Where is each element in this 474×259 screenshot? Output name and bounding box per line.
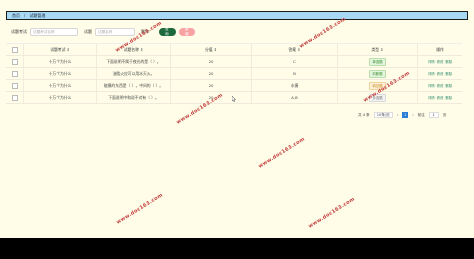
column-name[interactable]: 试题名称 ⇕ [97, 44, 171, 55]
cell-name: 下面说明中和说不对有（ ）。 [97, 92, 171, 103]
cell-name: 下面说明不属于夜光的是（ ）。 [97, 56, 171, 67]
view-link[interactable]: 详情 [428, 59, 435, 64]
filter-bar: 试题考试 试题考试名称 试题 试题名称 题库 查询 新增 [11, 27, 198, 37]
edit-link[interactable]: 修改 [437, 59, 444, 64]
cell-answer: C [252, 56, 338, 67]
select-all-checkbox[interactable] [11, 46, 18, 53]
delete-link[interactable]: 删除 [445, 59, 452, 64]
exam-filter-label: 试题考试 [11, 29, 27, 34]
column-type[interactable]: 类型 ⇕ [338, 44, 418, 55]
breadcrumb-home[interactable]: 首页 [12, 13, 20, 19]
add-button[interactable]: 新增 [179, 27, 195, 36]
delete-link[interactable]: 删除 [445, 95, 452, 100]
edit-link[interactable]: 修改 [437, 95, 444, 100]
edit-link[interactable]: 修改 [437, 71, 444, 76]
table-header: 试题考试 ⇕ 试题名称 ⇕ 分值 ⇕ 答案 ⇕ 类型 ⇕ 操作 [6, 44, 462, 56]
cell-name: 能摸的东西是（ ），中间的（ ）。 [97, 80, 171, 91]
cell-exam: 十万个为什么 [24, 56, 97, 67]
page: 首页 / 试题管理 试题考试 试题考试名称 试题 试题名称 题库 查询 新增 试… [0, 0, 474, 238]
view-link[interactable]: 详情 [428, 71, 435, 76]
exam-filter-input[interactable]: 试题考试名称 [30, 28, 78, 36]
question-filter-label: 试题 [84, 29, 92, 34]
cell-answer: A,B [252, 92, 338, 103]
column-score[interactable]: 分值 ⇕ [171, 44, 252, 55]
breadcrumb-separator: / [24, 13, 26, 18]
watermark: www.doc163.com [115, 192, 165, 226]
search-button[interactable]: 查询 [159, 27, 176, 36]
type-tag: 判断题 [369, 69, 386, 78]
goto-page-input[interactable]: 1 [428, 112, 439, 118]
cell-score: 20 [171, 80, 252, 91]
breadcrumb-current: 试题管理 [29, 12, 46, 18]
prev-page-button[interactable]: ‹ [397, 113, 398, 117]
goto-label: 前往 [417, 112, 425, 117]
cell-exam: 十万个为什么 [24, 92, 97, 103]
question-filter-input[interactable]: 试题名称 [95, 28, 135, 36]
delete-link[interactable]: 删除 [445, 71, 452, 76]
edit-link[interactable]: 修改 [437, 83, 444, 88]
column-actions: 操作 [436, 46, 444, 52]
column-exam[interactable]: 试题考试 ⇕ [24, 44, 97, 55]
row-checkbox[interactable] [11, 58, 18, 65]
pagination-total: 共 4 条 [358, 112, 370, 117]
row-checkbox[interactable] [11, 82, 18, 89]
page-unit-label: 页 [442, 112, 447, 117]
breadcrumb: 首页 / 试题管理 [6, 11, 468, 20]
type-tag: 单选题 [369, 57, 386, 66]
question-table: 试题考试 ⇕ 试题名称 ⇕ 分值 ⇕ 答案 ⇕ 类型 ⇕ 操作 十万个为什么 下… [6, 43, 462, 104]
delete-link[interactable]: 删除 [445, 83, 452, 88]
row-checkbox[interactable] [11, 70, 18, 77]
cell-exam: 十万个为什么 [24, 68, 97, 79]
page-1-button[interactable]: 1 [402, 112, 409, 118]
cell-answer: B [252, 68, 338, 79]
next-page-button[interactable]: › [412, 113, 413, 117]
view-link[interactable]: 详情 [428, 83, 435, 88]
view-link[interactable]: 详情 [428, 95, 435, 100]
cell-answer: 水摸 [252, 80, 338, 91]
cell-score: 20 [171, 56, 252, 67]
watermark: www.doc163.com [307, 196, 357, 230]
mouse-cursor-icon [232, 96, 236, 102]
column-answer[interactable]: 答案 ⇕ [252, 44, 338, 55]
cell-name: 油脂火应可以用水灭火。 [97, 68, 171, 79]
cell-score: 20 [171, 68, 252, 79]
pagination: 共 4 条 10条/页 ‹ 1 › 前往 1 页 [358, 112, 446, 118]
row-checkbox[interactable] [11, 94, 18, 101]
watermark: www.doc163.com [257, 136, 307, 170]
bottom-black-strip [0, 238, 474, 259]
cell-exam: 十万个为什么 [24, 80, 97, 91]
table-row: 十万个为什么 下面说明不属于夜光的是（ ）。 20 C 单选题 详情 修改 删除 [6, 56, 462, 68]
page-size-select[interactable]: 10条/页 [373, 112, 393, 118]
